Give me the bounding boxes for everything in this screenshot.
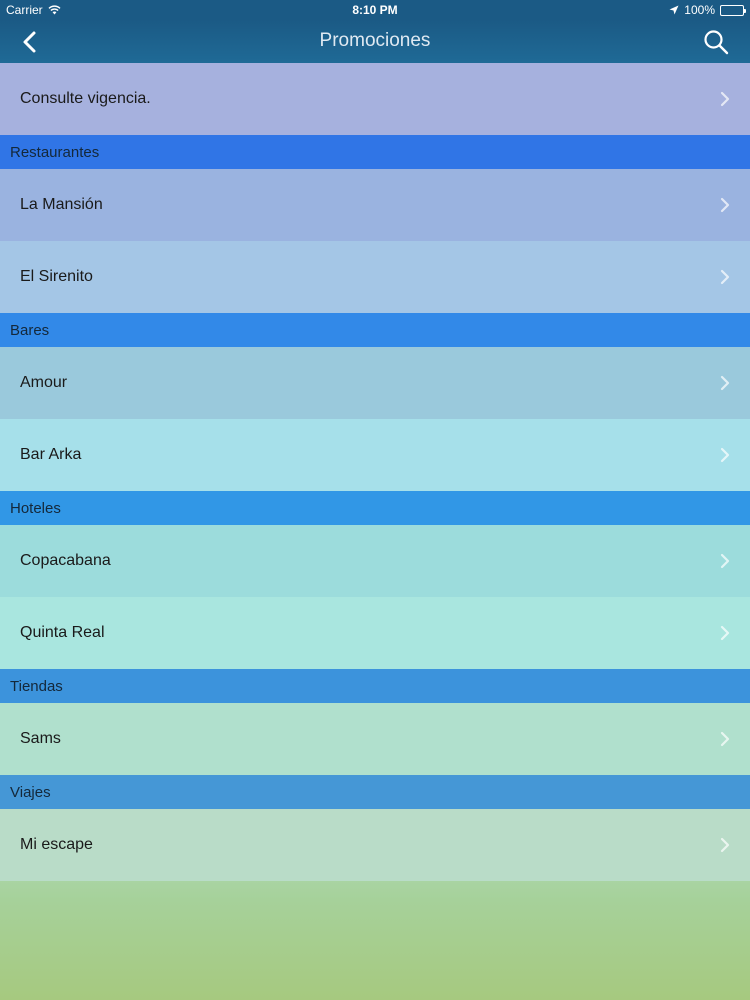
- list-item[interactable]: Quinta Real: [0, 597, 750, 669]
- list-item-label: Bar Arka: [20, 446, 82, 463]
- chevron-right-icon: [720, 731, 730, 747]
- battery-icon: [720, 4, 746, 16]
- list-item[interactable]: Mi escape: [0, 809, 750, 881]
- list-item-label: Mi escape: [20, 836, 93, 853]
- battery-percent: 100%: [684, 3, 715, 17]
- section-header-title: Viajes: [10, 783, 51, 801]
- section-header: Bares: [0, 313, 750, 347]
- chevron-right-icon: [720, 625, 730, 641]
- chevron-right-icon: [720, 553, 730, 569]
- list-item-label: La Mansión: [20, 196, 103, 213]
- list-item-label: Amour: [20, 374, 68, 391]
- section-header: Restaurantes: [0, 135, 750, 169]
- chevron-right-icon: [720, 91, 730, 107]
- list-item[interactable]: El Sirenito: [0, 241, 750, 313]
- section-header-title: Hoteles: [10, 499, 61, 517]
- list-item-label: Quinta Real: [20, 624, 105, 641]
- section-header-title: Tiendas: [10, 677, 63, 695]
- section-header: Tiendas: [0, 669, 750, 703]
- chevron-right-icon: [720, 197, 730, 213]
- list-item-label: Consulte vigencia.: [20, 90, 151, 107]
- section-header: Hoteles: [0, 491, 750, 525]
- page-title: Promociones: [319, 30, 431, 51]
- chevron-right-icon: [720, 375, 730, 391]
- section-header-title: Restaurantes: [10, 143, 100, 161]
- chevron-right-icon: [720, 269, 730, 285]
- list-item[interactable]: Amour: [0, 347, 750, 419]
- screen: Carrier 8:10 PM 100% Promociones Consult…: [0, 0, 750, 1000]
- section-header: Viajes: [0, 775, 750, 809]
- navigation-bar: Promociones: [0, 20, 750, 63]
- status-time: 8:10 PM: [352, 3, 398, 17]
- list-item[interactable]: La Mansión: [0, 169, 750, 241]
- section-header-title: Bares: [10, 321, 50, 339]
- chevron-right-icon: [720, 447, 730, 463]
- list-item-label: Sams: [20, 730, 61, 747]
- list-item-label: El Sirenito: [20, 268, 93, 285]
- promotions-list: Consulte vigencia. Restaurantes La Mansión…: [0, 63, 750, 881]
- notice-row[interactable]: Consulte vigencia.: [0, 63, 750, 135]
- chevron-right-icon: [720, 837, 730, 853]
- location-arrow-icon: [669, 5, 679, 15]
- search-button[interactable]: [702, 28, 730, 56]
- list-item[interactable]: Sams: [0, 703, 750, 775]
- list-item[interactable]: Copacabana: [0, 525, 750, 597]
- search-icon: [704, 30, 729, 55]
- list-item-label: Copacabana: [20, 552, 111, 569]
- status-right-group: 100%: [669, 3, 746, 17]
- status-bar: Carrier 8:10 PM 100%: [0, 0, 750, 20]
- list-item[interactable]: Bar Arka: [0, 419, 750, 491]
